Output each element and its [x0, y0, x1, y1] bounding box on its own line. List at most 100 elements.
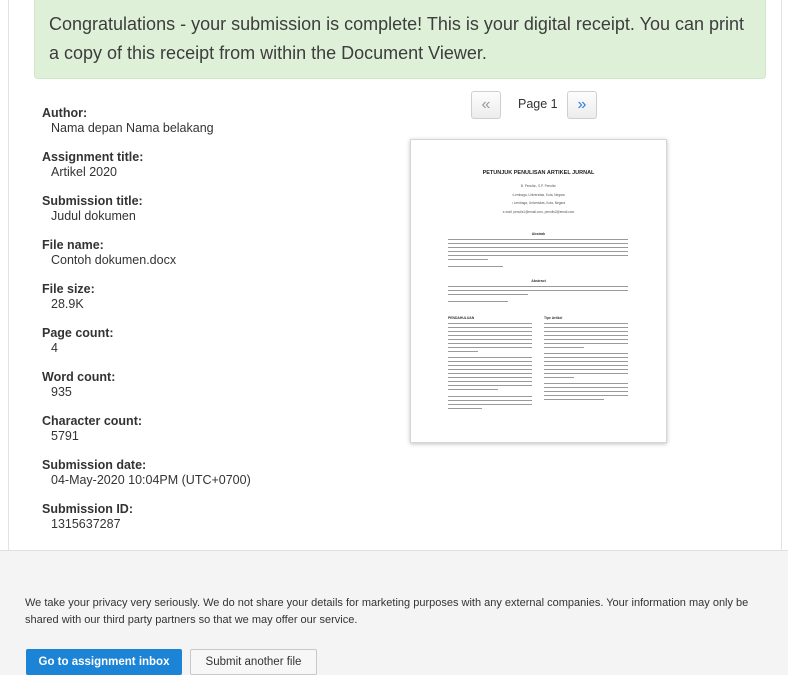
text-line: [448, 335, 532, 337]
detail-word-count: Word count: 935: [42, 370, 362, 414]
text-line: [448, 351, 478, 353]
text-line: [448, 239, 628, 241]
detail-value: 4: [51, 341, 58, 355]
submission-details: Author: Nama depan Nama belakang Assignm…: [42, 106, 362, 546]
detail-submission-id: Submission ID: 1315637287: [42, 502, 362, 546]
document-preview[interactable]: PETUNJUK PENULISAN ARTIKEL JURNAL B. Pen…: [410, 139, 667, 443]
text-line: [448, 408, 482, 410]
detail-value: 04-May-2020 10:04PM (UTC+0700): [51, 473, 251, 487]
detail-character-count: Character count: 5791: [42, 414, 362, 458]
text-line: [544, 343, 628, 345]
detail-label: Submission title:: [42, 194, 143, 208]
detail-value: Nama depan Nama belakang: [51, 121, 214, 135]
text-line: [544, 369, 628, 371]
text-line: [544, 373, 628, 375]
privacy-notice: We take your privacy very seriously. We …: [25, 597, 749, 626]
text-line: [544, 395, 628, 397]
detail-label: Character count:: [42, 414, 143, 428]
success-banner: Congratulations - your submission is com…: [34, 0, 766, 79]
text-line: [448, 294, 528, 296]
text-line: [544, 377, 574, 379]
detail-value: 935: [51, 385, 72, 399]
go-to-assignment-inbox-button[interactable]: Go to assignment inbox: [26, 649, 182, 675]
text-line: [544, 327, 628, 329]
text-line: [448, 373, 532, 375]
preview-email: e-mail: penulis1@email.com, penulis2@ema…: [502, 210, 575, 214]
text-line: [544, 357, 628, 359]
text-line: [448, 301, 508, 303]
detail-submission-title: Submission title: Judul dokumen: [42, 194, 362, 238]
preview-title: PETUNJUK PENULISAN ARTIKEL JURNAL: [482, 170, 595, 176]
success-message: Congratulations - your submission is com…: [49, 14, 745, 63]
text-line: [448, 286, 628, 288]
detail-label: Word count:: [42, 370, 116, 384]
page-indicator: Page 1: [518, 97, 558, 111]
text-line: [544, 339, 628, 341]
detail-label: Assignment title:: [42, 150, 144, 164]
footer: We take your privacy very seriously. We …: [0, 550, 788, 675]
text-line: [448, 381, 532, 383]
text-line: [448, 339, 532, 341]
text-line: [448, 251, 628, 253]
text-line: [448, 396, 532, 398]
detail-value: 28.9K: [51, 297, 84, 311]
text-line: [448, 385, 532, 387]
text-line: [544, 323, 628, 325]
preview-affiliation-1: ¹Lembaga, Universitas, Kota, Negara: [512, 193, 565, 197]
text-line: [448, 377, 532, 379]
submit-another-file-button[interactable]: Submit another file: [190, 649, 317, 675]
text-line: [448, 331, 532, 333]
text-line: [448, 327, 532, 329]
text-line: [448, 365, 532, 367]
text-line: [448, 400, 532, 402]
detail-value: 1315637287: [51, 517, 121, 531]
detail-value: Judul dokumen: [51, 209, 136, 223]
detail-assignment-title: Assignment title: Artikel 2020: [42, 150, 362, 194]
text-line: [544, 353, 628, 355]
next-page-button[interactable]: »: [567, 91, 597, 119]
text-line: [448, 259, 488, 261]
text-line: [448, 290, 628, 292]
detail-label: Submission date:: [42, 458, 147, 472]
text-line: [544, 391, 628, 393]
text-line: [448, 389, 498, 391]
text-line: [448, 243, 628, 245]
text-line: [448, 404, 532, 406]
text-line: [448, 347, 532, 349]
text-line: [448, 266, 503, 268]
text-line: [448, 361, 532, 363]
text-line: [544, 335, 628, 337]
detail-label: Author:: [42, 106, 88, 120]
text-line: [448, 343, 532, 345]
preview-intro-heading: PENDAHULUAN: [448, 316, 475, 320]
detail-value: 5791: [51, 429, 79, 443]
preview-type-heading: Tipe Artikel: [544, 316, 563, 320]
text-line: [544, 383, 628, 385]
detail-file-name: File name: Contoh dokumen.docx: [42, 238, 362, 282]
preview-abstrak-heading: Abstrak: [531, 232, 546, 236]
text-line: [544, 331, 628, 333]
detail-file-size: File size: 28.9K: [42, 282, 362, 326]
text-line: [544, 387, 628, 389]
text-line: [448, 357, 532, 359]
detail-author: Author: Nama depan Nama belakang: [42, 106, 362, 150]
text-line: [448, 247, 628, 249]
detail-label: Page count:: [42, 326, 114, 340]
preview-affiliation-2: ² Lembaga, Universitas, Kota, Negara: [511, 201, 566, 205]
text-line: [544, 361, 628, 363]
detail-label: Submission ID:: [42, 502, 133, 516]
detail-submission-date: Submission date: 04-May-2020 10:04PM (UT…: [42, 458, 362, 502]
previous-page-button[interactable]: «: [471, 91, 501, 119]
preview-authors: B. Penulis¹, S.P. Penulis²: [520, 184, 557, 188]
detail-label: File size:: [42, 282, 95, 296]
text-line: [544, 365, 628, 367]
text-line: [448, 255, 628, 257]
text-line: [544, 399, 604, 401]
text-line: [448, 323, 532, 325]
preview-abstract-heading: Abstract: [531, 279, 546, 283]
detail-value: Artikel 2020: [51, 165, 118, 179]
detail-page-count: Page count: 4: [42, 326, 362, 370]
detail-label: File name:: [42, 238, 104, 252]
detail-value: Contoh dokumen.docx: [51, 253, 177, 267]
text-line: [448, 369, 532, 371]
